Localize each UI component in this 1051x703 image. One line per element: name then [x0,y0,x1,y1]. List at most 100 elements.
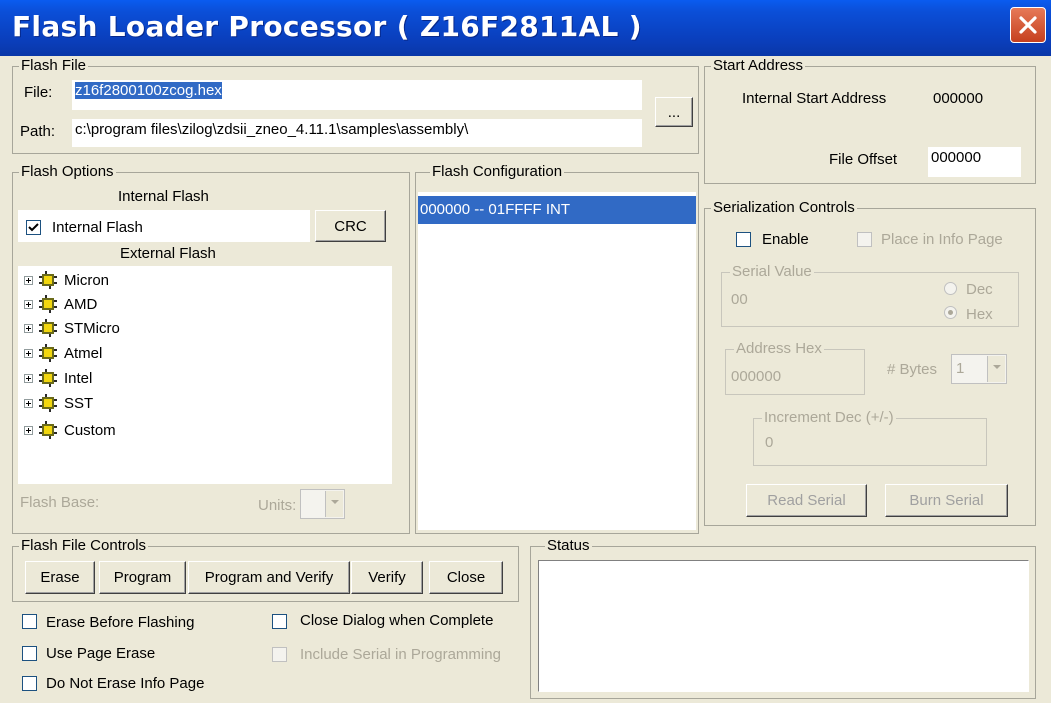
chip-icon [39,271,57,289]
serial-value: 00 [731,291,748,308]
burn-serial-button[interactable]: Burn Serial [885,484,1008,517]
chip-icon [39,295,57,313]
close-dialog-label: Close Dialog when Complete [300,612,494,629]
verify-button[interactable]: Verify [351,561,423,594]
title-bar: Flash Loader Processor ( Z16F2811AL ) [0,0,1051,56]
internal-flash-checkbox-label: Internal Flash [52,219,143,236]
flash-configuration-item[interactable]: 000000 -- 01FFFF INT [418,196,696,224]
external-flash-tree[interactable]: Micron AMD STMicro Atmel Intel SST Custo… [18,266,392,484]
flash-configuration-list[interactable]: 000000 -- 01FFFF INT [418,192,696,530]
flash-file-controls-legend: Flash File Controls [19,537,149,554]
file-offset-label: File Offset [829,151,898,168]
plus-expander-icon[interactable] [24,299,33,309]
flash-options-legend: Flash Options [19,163,116,180]
tree-item-label: Custom [64,421,116,439]
window-title: Flash Loader Processor ( Z16F2811AL ) [12,10,642,43]
tree-item-label: Atmel [64,344,103,362]
tree-item-label: SST [64,394,94,412]
flash-configuration-item-label: 000000 -- 01FFFF INT [420,201,571,218]
flash-base-label: Flash Base: [20,494,100,511]
status-legend: Status [545,537,592,554]
increment-dec-value[interactable]: 0 [765,434,773,451]
enable-label: Enable [762,231,809,248]
file-offset-value: 000000 [931,149,982,166]
increment-dec-group: Increment Dec (+/-) [753,409,987,466]
close-window-button[interactable] [1010,7,1046,43]
tree-item-stmicro[interactable]: STMicro [24,316,120,340]
file-offset-input[interactable]: 000000 [928,147,1021,177]
serial-value-legend: Serial Value [730,263,814,280]
do-not-erase-info-page-label: Do Not Erase Info Page [46,675,205,692]
use-page-erase-label: Use Page Erase [46,645,156,662]
tree-item-label: AMD [64,295,98,313]
program-button[interactable]: Program [99,561,186,594]
status-box [538,560,1029,692]
include-serial-label: Include Serial in Programming [300,646,501,663]
file-label: File: [24,84,53,101]
internal-start-address-label: Internal Start Address [742,90,887,107]
plus-expander-icon[interactable] [24,398,33,408]
read-serial-button[interactable]: Read Serial [746,484,867,517]
erase-before-flashing-label: Erase Before Flashing [46,614,195,631]
tree-item-label: Micron [64,271,110,289]
flash-file-legend: Flash File [19,57,89,74]
dec-label: Dec [966,281,993,298]
plus-expander-icon[interactable] [24,348,33,358]
bytes-value: 1 [956,360,965,377]
place-in-info-page-checkbox[interactable] [857,232,872,247]
units-select[interactable] [300,489,345,519]
checkmark-icon [28,223,39,232]
erase-button[interactable]: Erase [25,561,95,594]
chip-icon [39,319,57,337]
program-and-verify-button[interactable]: Program and Verify [188,561,350,594]
internal-flash-checkbox[interactable] [26,220,41,235]
bytes-label: # Bytes [887,361,938,378]
tree-item-sst[interactable]: SST [24,391,93,415]
file-input[interactable]: z16f2800100zcog.hex [72,80,642,110]
plus-expander-icon[interactable] [24,275,33,285]
close-button[interactable]: Close [429,561,503,594]
chevron-down-icon[interactable] [987,356,1005,382]
file-value: z16f2800100zcog.hex [75,82,222,99]
erase-before-flashing-checkbox[interactable] [22,614,37,629]
close-dialog-checkbox[interactable] [272,614,287,629]
external-flash-header: External Flash [120,245,216,262]
enable-checkbox[interactable] [736,232,751,247]
path-value: c:\program files\zilog\zdsii_zneo_4.11.1… [75,121,469,138]
address-hex-legend: Address Hex [734,340,824,357]
chip-icon [39,421,57,439]
hex-radio[interactable] [944,306,957,319]
tree-item-intel[interactable]: Intel [24,366,92,390]
path-input[interactable]: c:\program files\zilog\zdsii_zneo_4.11.1… [72,119,642,147]
units-label: Units: [258,497,297,514]
internal-flash-header: Internal Flash [118,188,209,205]
browse-button[interactable]: ... [655,97,693,127]
chip-icon [39,344,57,362]
tree-item-amd[interactable]: AMD [24,292,97,316]
tree-item-atmel[interactable]: Atmel [24,341,102,365]
plus-expander-icon[interactable] [24,323,33,333]
tree-item-label: STMicro [64,319,120,337]
bytes-select[interactable]: 1 [951,354,1007,384]
do-not-erase-info-page-checkbox[interactable] [22,676,37,691]
increment-dec-legend: Increment Dec (+/-) [762,409,896,426]
path-label: Path: [20,123,56,140]
internal-start-address-value: 000000 [933,90,984,107]
address-hex-value[interactable]: 000000 [731,368,781,385]
plus-expander-icon[interactable] [24,373,33,383]
serialization-controls-legend: Serialization Controls [711,199,857,216]
plus-expander-icon[interactable] [24,425,33,435]
include-serial-checkbox[interactable] [272,647,287,662]
tree-item-custom[interactable]: Custom [24,418,116,442]
use-page-erase-checkbox[interactable] [22,646,37,661]
tree-item-micron[interactable]: Micron [24,268,109,292]
chevron-down-icon[interactable] [325,491,343,517]
close-icon [1019,16,1037,34]
chip-icon [39,369,57,387]
crc-button[interactable]: CRC [315,210,386,242]
tree-item-label: Intel [64,369,93,387]
flash-configuration-legend: Flash Configuration [430,163,565,180]
hex-label: Hex [966,306,993,323]
start-address-legend: Start Address [711,57,806,74]
dec-radio[interactable] [944,282,957,295]
